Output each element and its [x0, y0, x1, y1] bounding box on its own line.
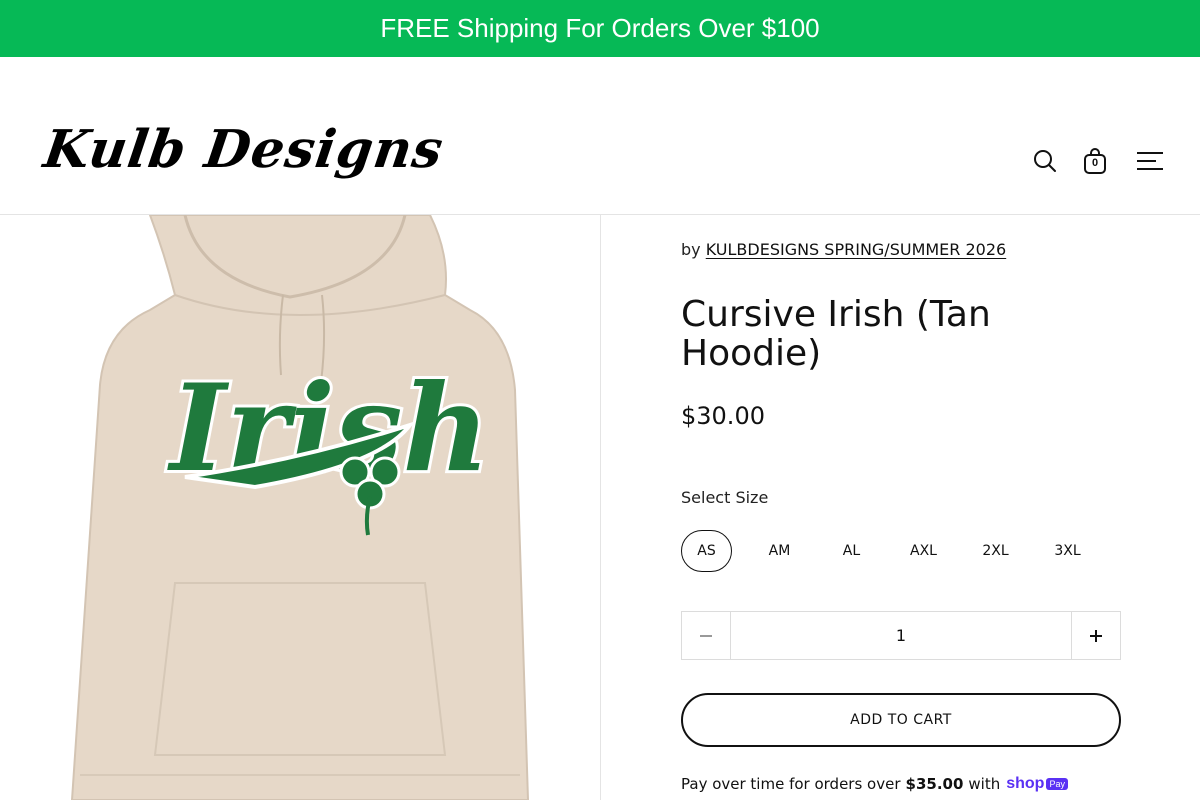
- store-logo[interactable]: Kulb Designs: [40, 119, 447, 180]
- increase-quantity-button[interactable]: [1071, 612, 1120, 659]
- installments-message: Pay over time for orders over $35.00 wit…: [681, 775, 1068, 793]
- menu-icon[interactable]: [1136, 150, 1164, 172]
- size-option-am[interactable]: AM: [755, 530, 804, 572]
- size-label: Select Size: [681, 488, 769, 507]
- installments-amount: $35.00: [905, 775, 964, 793]
- installments-suffix: with: [968, 775, 1001, 793]
- add-to-cart-button[interactable]: ADD TO CART: [681, 693, 1121, 747]
- announcement-text: FREE Shipping For Orders Over $100: [380, 13, 820, 43]
- vendor-prefix: by: [681, 240, 701, 259]
- quantity-input[interactable]: [731, 612, 1071, 659]
- product-vendor: by KULBDESIGNS SPRING/SUMMER 2026: [681, 240, 1006, 259]
- product-image[interactable]: Irish: [0, 215, 600, 800]
- size-option-2xl[interactable]: 2XL: [971, 530, 1020, 572]
- size-option-3xl[interactable]: 3XL: [1043, 530, 1092, 572]
- announcement-bar: FREE Shipping For Orders Over $100: [0, 0, 1200, 57]
- installments-prefix: Pay over time for orders over: [681, 775, 901, 793]
- quantity-stepper: [681, 611, 1121, 660]
- shop-pay-badge: Pay: [1046, 778, 1068, 790]
- size-option-as[interactable]: AS: [681, 530, 732, 572]
- size-option-al[interactable]: AL: [827, 530, 876, 572]
- product-gallery: Irish: [0, 215, 601, 800]
- cart-count-badge: 0: [1091, 157, 1099, 169]
- decrease-quantity-button[interactable]: [682, 612, 731, 659]
- size-option-axl[interactable]: AXL: [899, 530, 948, 572]
- vendor-link[interactable]: KULBDESIGNS SPRING/SUMMER 2026: [706, 240, 1006, 259]
- shop-pay-logo[interactable]: shop: [1006, 775, 1044, 793]
- site-header: Kulb Designs 0: [0, 57, 1200, 215]
- plus-icon: [1090, 629, 1102, 642]
- size-options: AS AM AL AXL 2XL 3XL: [681, 530, 1115, 572]
- product-title: Cursive Irish (Tan Hoodie): [681, 294, 991, 374]
- minus-icon: [700, 634, 712, 637]
- product-price: $30.00: [681, 402, 765, 430]
- search-icon[interactable]: [1033, 149, 1057, 173]
